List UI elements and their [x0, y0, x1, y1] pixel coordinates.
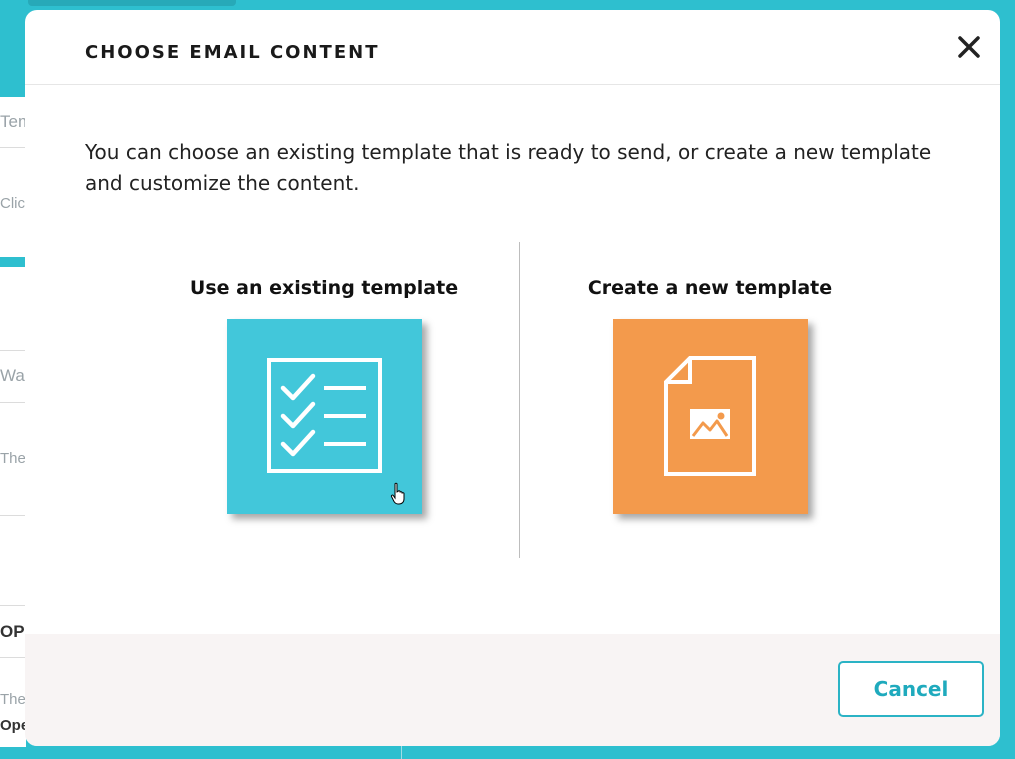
new-document-image-icon	[663, 356, 756, 476]
cancel-button[interactable]: Cancel	[838, 661, 984, 717]
choose-email-content-modal: CHOOSE EMAIL CONTENT You can choose an e…	[25, 10, 1000, 746]
close-button[interactable]	[956, 34, 982, 60]
create-new-template-option[interactable]: Create a new template	[550, 275, 870, 514]
background-divider	[401, 745, 402, 759]
background-divider	[0, 350, 26, 351]
background-divider	[0, 657, 26, 658]
background-text: OPI	[0, 622, 26, 641]
background-text: The	[0, 450, 26, 467]
background-text: The	[0, 691, 26, 708]
background-tab	[28, 0, 236, 6]
modal-footer: Cancel	[25, 634, 1000, 746]
background-text: Oper	[0, 717, 26, 734]
modal-header: CHOOSE EMAIL CONTENT	[25, 10, 1000, 85]
existing-template-tile[interactable]	[226, 319, 422, 514]
background-text: Wa	[0, 366, 25, 385]
hand-cursor-icon	[390, 482, 404, 505]
close-icon	[958, 36, 980, 58]
background-divider	[0, 605, 26, 606]
background-divider	[0, 402, 26, 403]
option-label: Use an existing template	[189, 277, 459, 299]
background-text: Click	[0, 195, 26, 212]
option-label: Create a new template	[587, 277, 833, 299]
options-divider	[519, 242, 520, 558]
new-template-tile[interactable]	[612, 319, 808, 514]
background-panel	[0, 267, 26, 747]
use-existing-template-option[interactable]: Use an existing template	[164, 275, 484, 514]
background-divider	[0, 147, 26, 148]
background-divider	[0, 515, 26, 516]
modal-title: CHOOSE EMAIL CONTENT	[85, 42, 380, 63]
background-text: Tem	[0, 112, 26, 131]
intro-text: You can choose an existing template that…	[85, 140, 932, 195]
